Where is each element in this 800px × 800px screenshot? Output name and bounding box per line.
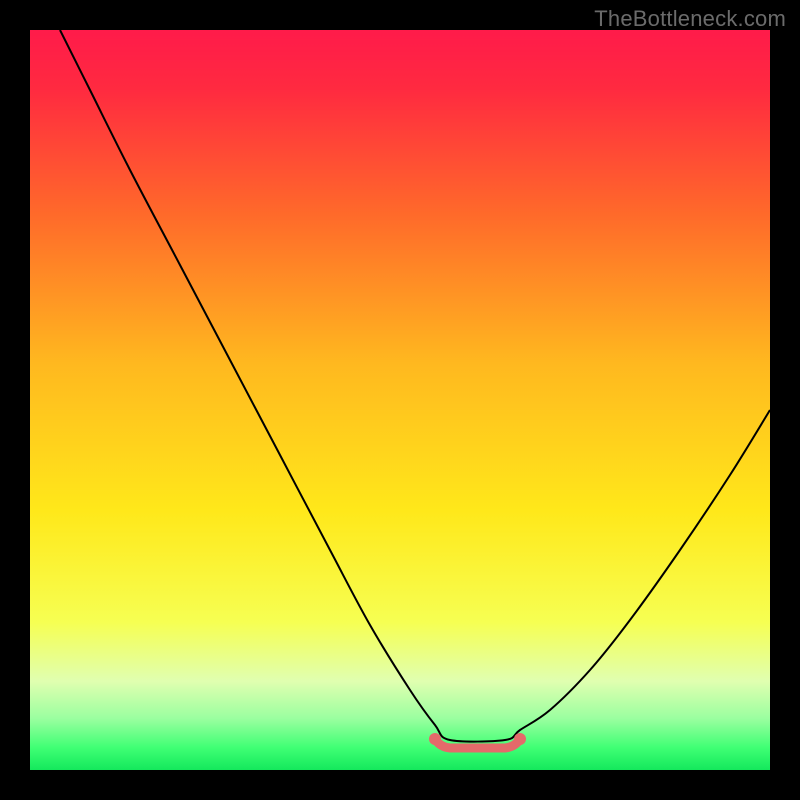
chart-frame: TheBottleneck.com xyxy=(0,0,800,800)
bottleneck-curve xyxy=(30,30,770,770)
flat-segment xyxy=(429,733,526,748)
watermark-text: TheBottleneck.com xyxy=(594,6,786,32)
flat-segment-endpoint xyxy=(514,733,526,745)
flat-segment-endpoint xyxy=(429,733,441,745)
plot-area xyxy=(30,30,770,770)
curve-line xyxy=(60,30,770,742)
